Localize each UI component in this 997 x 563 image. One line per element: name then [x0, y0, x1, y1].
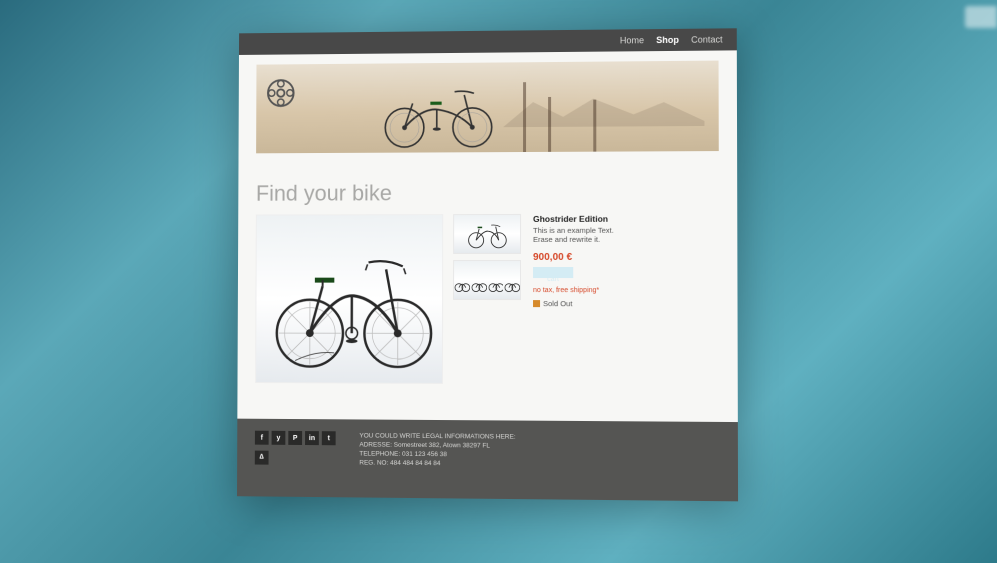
nav-contact[interactable]: Contact	[691, 34, 723, 44]
shipping-note: no tax, free shipping*	[533, 287, 719, 296]
nav-shop[interactable]: Shop	[656, 35, 679, 45]
social-links: f y P in t ∆	[255, 431, 344, 468]
nav-home[interactable]: Home	[620, 35, 644, 45]
site-footer: f y P in t ∆ YOU COULD WRITE LEGAL INFOR…	[237, 419, 738, 502]
add-to-cart-button[interactable]: Add to cart	[533, 267, 573, 278]
social-linkedin[interactable]: in	[305, 431, 319, 445]
social-twitter[interactable]: y	[272, 431, 286, 445]
website-window: Home Shop Contact	[237, 28, 738, 501]
hero-banner	[256, 61, 719, 154]
top-navigation: Home Shop Contact	[239, 28, 737, 55]
social-share[interactable]: ∆	[255, 450, 269, 464]
product-thumbnail-2[interactable]	[453, 260, 521, 300]
product-name: Ghostrider Edition	[533, 214, 719, 224]
social-pinterest[interactable]: P	[288, 431, 302, 445]
beach-pole	[593, 100, 596, 152]
beach-pole	[548, 97, 551, 152]
stock-status: Sold Out	[533, 299, 719, 308]
product-thumbnails	[453, 214, 523, 384]
legal-regno: REG. NO: 484 484 84 84 84	[359, 459, 515, 469]
product-thumbnail-1[interactable]	[453, 214, 521, 254]
mountain-silhouette	[503, 96, 704, 127]
product-price: 900,00 €	[533, 252, 719, 263]
social-facebook[interactable]: f	[255, 431, 269, 445]
main-content: Find your bike	[255, 179, 719, 401]
stock-icon	[533, 300, 540, 307]
product-details: Ghostrider Edition This is an example Te…	[533, 214, 719, 386]
page-title: Find your bike	[256, 179, 719, 206]
beach-pole	[523, 82, 526, 152]
social-tumblr[interactable]: t	[322, 431, 336, 445]
product-detail-row: Ghostrider Edition This is an example Te…	[255, 214, 719, 386]
hero-bike-image	[374, 70, 503, 150]
product-description: This is an example Text. Erase and rewri…	[533, 226, 719, 244]
legal-info: YOU COULD WRITE LEGAL INFORMATIONS HERE:…	[359, 431, 515, 469]
desktop-background-chip	[965, 6, 997, 28]
site-logo[interactable]	[266, 78, 295, 108]
product-main-image[interactable]	[255, 214, 443, 384]
